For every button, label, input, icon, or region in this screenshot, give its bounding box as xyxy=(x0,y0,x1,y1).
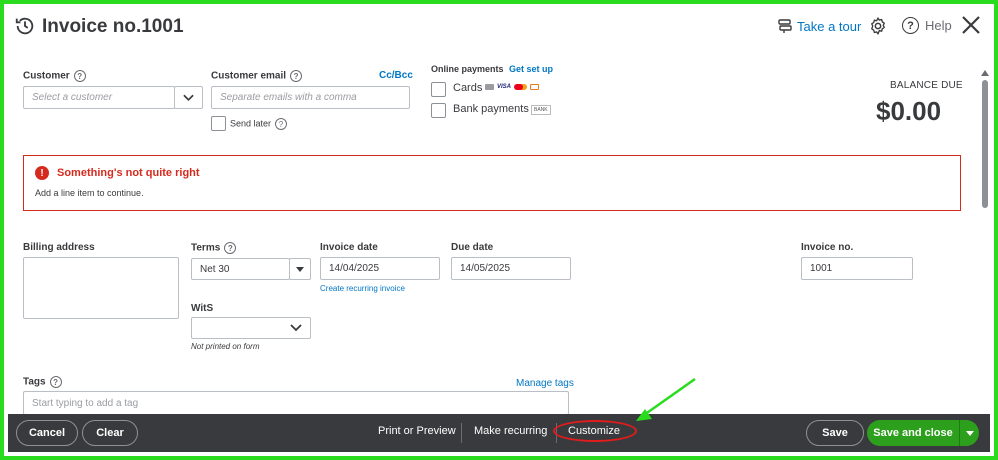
invoice-date-value: 14/04/2025 xyxy=(329,263,380,274)
customer-label-text: Customer xyxy=(23,70,70,82)
chevron-down-icon xyxy=(290,324,302,332)
question-icon[interactable]: ? xyxy=(275,118,288,130)
email-placeholder: Separate emails with a comma xyxy=(220,92,357,103)
cancel-button[interactable]: Cancel xyxy=(16,420,78,446)
cc-bcc-link[interactable]: Cc/Bcc xyxy=(379,70,413,81)
visa-icon: VISA xyxy=(497,84,512,90)
amex-icon xyxy=(485,84,494,90)
mastercard-icon xyxy=(514,84,524,90)
send-later-text: Send later xyxy=(230,118,272,129)
error-banner xyxy=(23,155,961,211)
error-message: Add a line item to continue. xyxy=(35,188,144,198)
tags-label-text: Tags xyxy=(23,376,46,388)
save-button[interactable]: Save xyxy=(806,420,864,446)
bank-payments-label: Bank payments xyxy=(453,103,529,115)
history-icon[interactable] xyxy=(14,15,36,37)
create-recurring-invoice-link[interactable]: Create recurring invoice xyxy=(320,284,405,293)
footer-divider xyxy=(461,423,462,443)
signpost-icon xyxy=(778,19,792,33)
customer-select[interactable]: Select a customer xyxy=(23,86,175,109)
tags-input[interactable]: Start typing to add a tag xyxy=(23,391,569,415)
bank-badge: BANK xyxy=(531,105,551,115)
discover-icon xyxy=(530,84,540,90)
wits-label: WitS xyxy=(191,303,214,314)
send-later-label: Send later? xyxy=(230,118,288,130)
email-label-text: Customer email xyxy=(211,70,287,82)
help-label: Help xyxy=(925,18,952,33)
question-icon[interactable]: ? xyxy=(49,376,62,388)
scrollbar-thumb[interactable] xyxy=(982,80,988,208)
take-tour-label: Take a tour xyxy=(797,18,862,34)
cards-checkbox[interactable] xyxy=(431,82,446,97)
billing-address-textarea[interactable] xyxy=(23,257,179,319)
bank-payments-checkbox[interactable] xyxy=(431,103,446,118)
question-icon[interactable]: ? xyxy=(290,70,303,82)
terms-value: Net 30 xyxy=(200,263,230,275)
invoice-date-label: Invoice date xyxy=(320,242,378,253)
online-payments-label: Online payments Get set up xyxy=(431,64,553,74)
tags-placeholder: Start typing to add a tag xyxy=(32,397,139,409)
caret-down-icon xyxy=(965,430,974,436)
clear-button[interactable]: Clear xyxy=(82,420,138,446)
terms-select[interactable]: Net 30 xyxy=(191,258,290,280)
invoice-no-field[interactable]: 1001 xyxy=(801,257,913,280)
send-later-checkbox[interactable] xyxy=(211,116,226,131)
help-button[interactable]: ? Help xyxy=(902,17,952,34)
card-brands: VISA xyxy=(485,84,540,90)
question-icon[interactable]: ? xyxy=(224,242,237,254)
annotation-arrow-icon xyxy=(636,377,696,421)
invoice-no-label: Invoice no. xyxy=(801,242,854,253)
error-title: Something's not quite right xyxy=(57,167,200,179)
chevron-down-icon xyxy=(183,94,194,101)
close-icon[interactable] xyxy=(960,14,982,36)
wits-select[interactable] xyxy=(191,317,311,339)
customer-dropdown-button[interactable] xyxy=(174,86,203,109)
terms-dropdown-button[interactable] xyxy=(289,258,311,280)
customer-placeholder: Select a customer xyxy=(32,92,113,103)
online-payments-text: Online payments xyxy=(431,64,504,74)
wits-note: Not printed on form xyxy=(191,342,260,351)
tags-label: Tags? xyxy=(23,376,62,388)
terms-label: Terms? xyxy=(191,242,237,254)
due-date-label: Due date xyxy=(451,242,494,253)
invoice-date-field[interactable]: 14/04/2025 xyxy=(320,257,440,280)
save-and-close-button[interactable]: Save and close xyxy=(867,420,959,446)
balance-due-label: BALANCE DUE xyxy=(890,80,963,91)
gear-icon[interactable] xyxy=(868,16,888,36)
question-icon[interactable]: ? xyxy=(73,70,86,82)
cards-label: Cards xyxy=(453,82,483,94)
take-tour-link[interactable]: Take a tour xyxy=(777,18,861,34)
error-icon: ! xyxy=(35,166,49,180)
make-recurring-button[interactable]: Make recurring xyxy=(474,425,547,437)
billing-address-label: Billing address xyxy=(23,242,95,253)
print-preview-button[interactable]: Print or Preview xyxy=(378,425,456,437)
email-field[interactable]: Separate emails with a comma xyxy=(211,86,410,109)
balance-due-amount: $0.00 xyxy=(876,96,942,126)
due-date-value: 14/05/2025 xyxy=(460,263,511,274)
annotation-highlight-oval xyxy=(553,420,637,442)
page-title: Invoice no.1001 xyxy=(42,16,184,37)
email-label: Customer email? xyxy=(211,70,303,82)
terms-label-text: Terms xyxy=(191,242,221,254)
due-date-field[interactable]: 14/05/2025 xyxy=(451,257,571,280)
manage-tags-link[interactable]: Manage tags xyxy=(516,378,574,389)
scroll-up-icon[interactable] xyxy=(981,70,989,76)
help-icon: ? xyxy=(902,17,919,34)
caret-down-icon xyxy=(296,266,304,272)
customer-label: Customer? xyxy=(23,70,86,82)
invoice-no-value: 1001 xyxy=(810,263,833,274)
get-set-up-link[interactable]: Get set up xyxy=(509,64,553,74)
